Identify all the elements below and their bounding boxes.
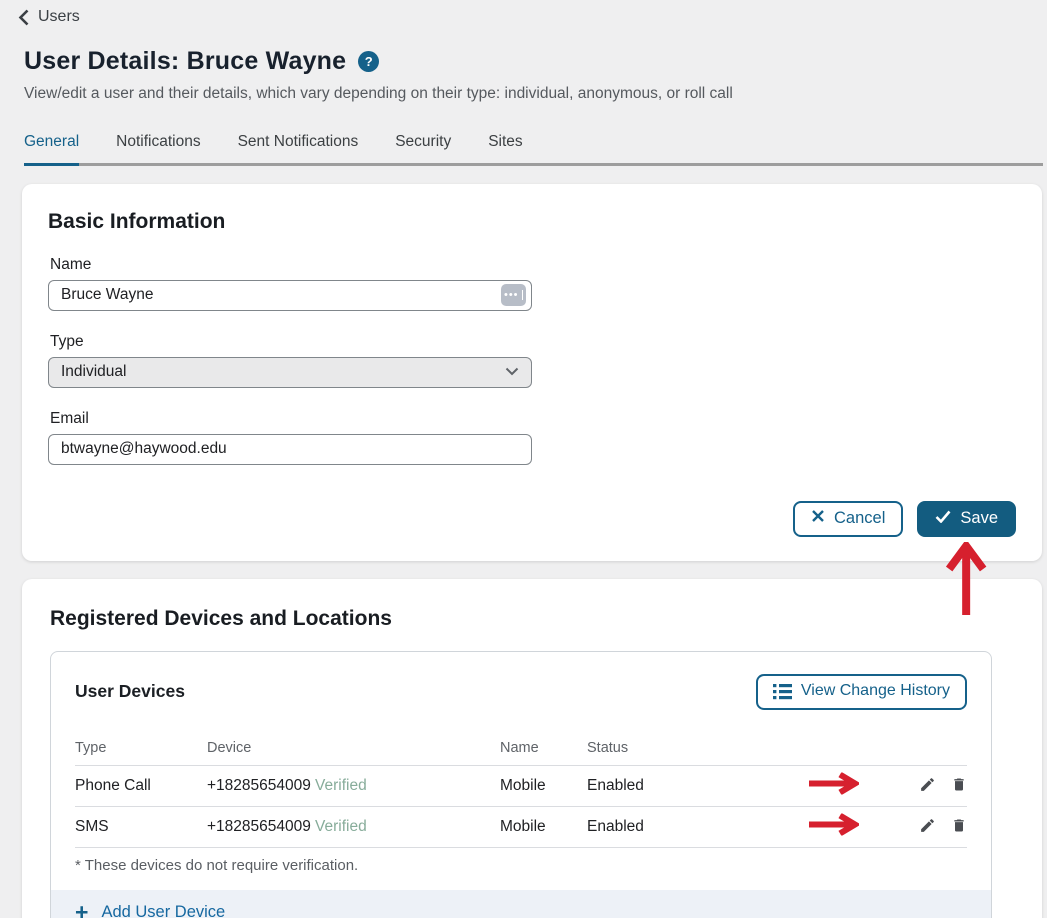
- type-select-value: Individual: [61, 363, 127, 381]
- pencil-icon: [919, 817, 936, 837]
- basic-information-card: Basic Information Name ••• Type Individu…: [22, 184, 1042, 561]
- delete-device-button[interactable]: [951, 776, 967, 796]
- cell-name: Mobile: [500, 818, 587, 836]
- column-header-status: Status: [587, 740, 883, 756]
- device-row-phone-call: Phone Call +18285654009 Verified Mobile …: [75, 766, 967, 807]
- edit-device-button[interactable]: [919, 776, 936, 796]
- column-header-name: Name: [500, 740, 587, 756]
- cell-type: Phone Call: [75, 777, 207, 795]
- tab-notifications[interactable]: Notifications: [116, 123, 200, 163]
- cell-type: SMS: [75, 818, 207, 836]
- edit-device-button[interactable]: [919, 817, 936, 837]
- chevron-down-icon: [505, 363, 519, 381]
- email-input[interactable]: [48, 434, 532, 465]
- cell-verification: Verified: [315, 818, 500, 836]
- check-icon: [935, 508, 951, 529]
- back-link-label: Users: [38, 8, 80, 26]
- save-button-label: Save: [960, 508, 998, 529]
- name-input[interactable]: [48, 280, 532, 311]
- name-field-label: Name: [50, 256, 1016, 274]
- add-user-device-button[interactable]: + Add User Device: [51, 890, 991, 918]
- back-link[interactable]: Users: [18, 8, 80, 26]
- cell-status: Enabled: [587, 777, 883, 795]
- cell-verification: Verified: [315, 777, 500, 795]
- page-subtitle: View/edit a user and their details, whic…: [24, 85, 1023, 103]
- basic-information-heading: Basic Information: [48, 210, 1016, 234]
- list-icon: [773, 683, 792, 700]
- devices-table: Type Device Name Status Phone Call +1828…: [75, 732, 967, 848]
- view-change-history-label: View Change History: [801, 681, 950, 702]
- type-select[interactable]: Individual: [48, 357, 532, 388]
- tab-general[interactable]: General: [24, 123, 79, 163]
- user-devices-heading: User Devices: [75, 681, 185, 702]
- cancel-button-label: Cancel: [834, 508, 885, 529]
- column-header-type: Type: [75, 740, 207, 756]
- tab-sent-notifications[interactable]: Sent Notifications: [238, 123, 359, 163]
- registered-devices-heading: Registered Devices and Locations: [50, 607, 992, 631]
- trash-icon: [951, 817, 967, 837]
- text-expander-icon[interactable]: •••: [501, 284, 526, 306]
- device-row-sms: SMS +18285654009 Verified Mobile Enabled: [75, 807, 967, 848]
- registered-devices-card: Registered Devices and Locations User De…: [22, 579, 1042, 918]
- trash-icon: [951, 776, 967, 796]
- cell-device: +18285654009: [207, 818, 315, 836]
- cell-device: +18285654009: [207, 777, 315, 795]
- save-button[interactable]: Save: [917, 501, 1016, 537]
- view-change-history-button[interactable]: View Change History: [756, 674, 967, 710]
- plus-icon: +: [75, 903, 88, 918]
- x-icon: [811, 508, 825, 529]
- email-field-label: Email: [50, 410, 1016, 428]
- type-field-label: Type: [50, 333, 1016, 351]
- tab-security[interactable]: Security: [395, 123, 451, 163]
- verification-footnote: * These devices do not require verificat…: [51, 848, 991, 890]
- help-icon[interactable]: ?: [358, 51, 379, 72]
- cancel-button[interactable]: Cancel: [793, 501, 903, 537]
- column-header-device: Device: [207, 740, 315, 756]
- delete-device-button[interactable]: [951, 817, 967, 837]
- tab-bar: General Notifications Sent Notifications…: [24, 123, 1043, 166]
- add-user-device-label: Add User Device: [101, 903, 225, 918]
- user-devices-card: User Devices View Change History Type De…: [50, 651, 992, 918]
- pencil-icon: [919, 776, 936, 796]
- cell-name: Mobile: [500, 777, 587, 795]
- devices-table-header: Type Device Name Status: [75, 732, 967, 766]
- chevron-left-icon: [18, 9, 29, 26]
- cell-status: Enabled: [587, 818, 883, 836]
- tab-sites[interactable]: Sites: [488, 123, 522, 163]
- page-title: User Details: Bruce Wayne: [24, 47, 346, 76]
- page-header: Users User Details: Bruce Wayne ? View/e…: [0, 0, 1047, 103]
